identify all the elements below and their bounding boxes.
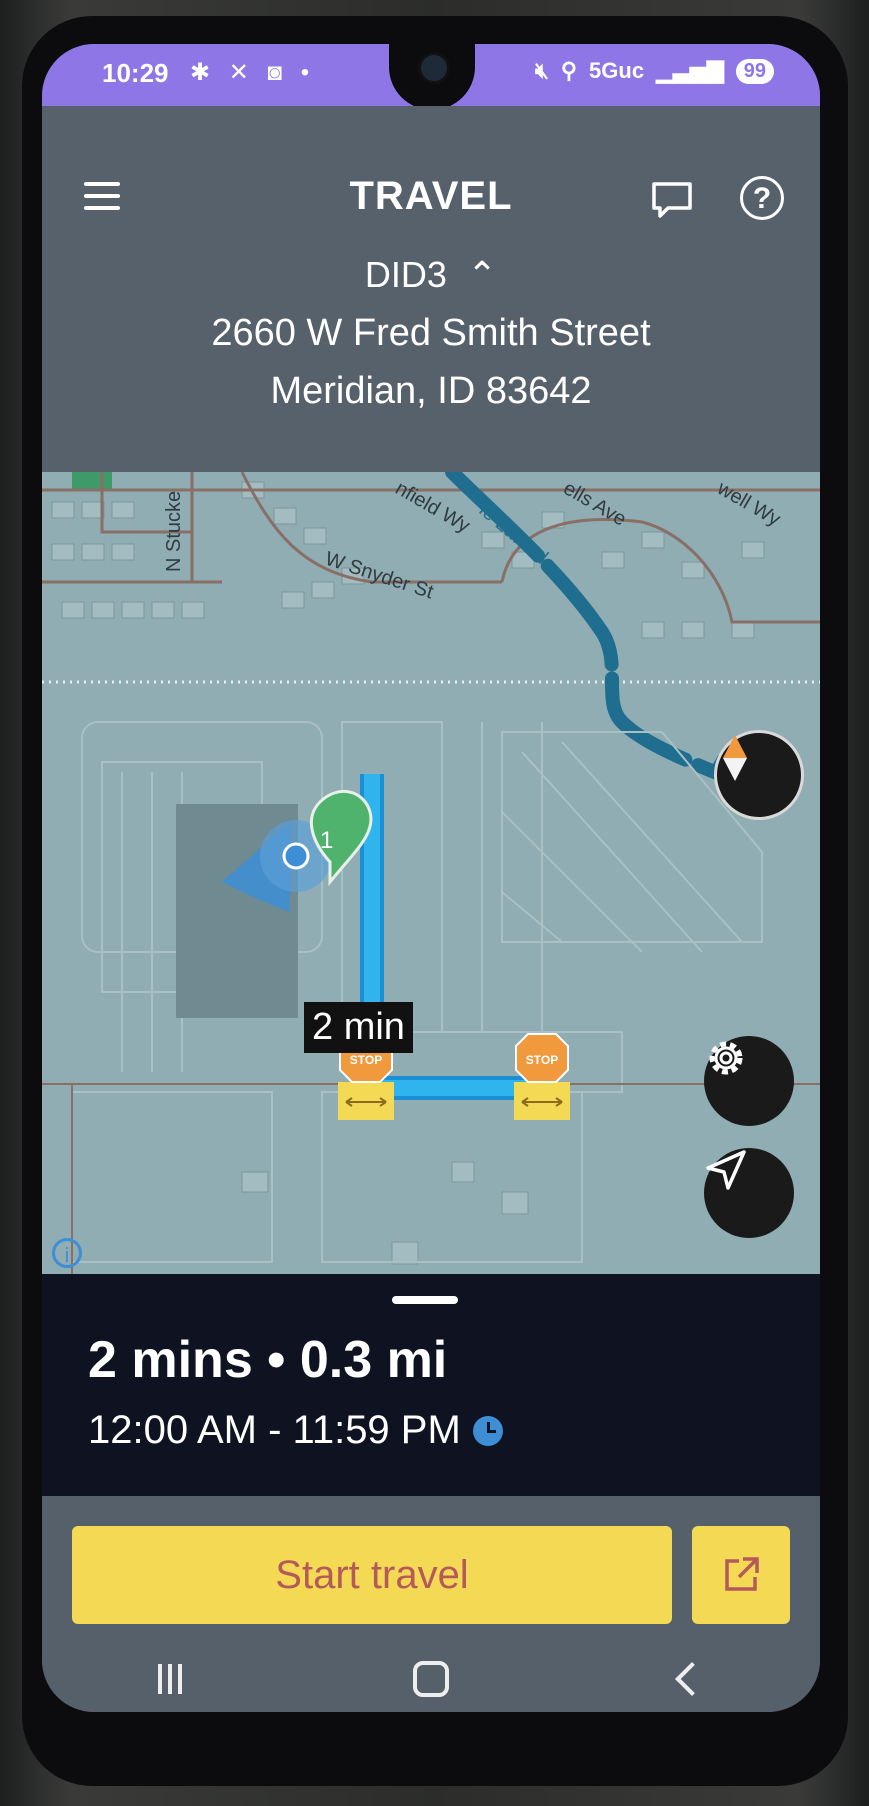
compass-button[interactable] xyxy=(714,730,804,820)
park-area xyxy=(72,472,112,490)
signal-icon: ▁▃▅▇ xyxy=(656,58,724,83)
delivery-window: 12:00 AM - 11:59 PM xyxy=(88,1408,503,1453)
action-bar: Start travel xyxy=(42,1496,820,1712)
route-sheet: 2 mins • 0.3 mi 12:00 AM - 11:59 PM xyxy=(42,1274,820,1496)
front-camera xyxy=(418,52,450,84)
page-title: TRAVEL xyxy=(349,174,513,218)
map-info-icon[interactable]: i xyxy=(52,1238,82,1268)
stop-sign-label: STOP xyxy=(350,1053,382,1067)
address-line-2: Meridian, ID 83642 xyxy=(270,370,592,412)
stop-sign-label: STOP xyxy=(526,1053,558,1067)
travel-header: TRAVEL ? DID3 ⌃ 2660 W Fred Smith Street… xyxy=(42,106,820,472)
start-travel-button[interactable]: Start travel xyxy=(72,1526,672,1624)
street-label: N Stucke xyxy=(163,491,185,572)
external-link-icon xyxy=(725,1557,759,1591)
navigation-arrow-icon xyxy=(706,1150,746,1190)
recents-icon[interactable] xyxy=(157,1664,182,1694)
status-time: 10:29 xyxy=(102,58,169,88)
stop-sign-2: STOP xyxy=(514,1033,570,1120)
clock-icon xyxy=(472,1415,503,1446)
eta-label: 2 min xyxy=(304,1002,413,1053)
home-icon[interactable] xyxy=(412,1661,449,1697)
time-window-text: 12:00 AM - 11:59 PM xyxy=(88,1408,461,1452)
open-external-button[interactable] xyxy=(692,1526,790,1624)
notification-icons: ✱ ✕ ◙ • xyxy=(190,59,316,86)
chevron-up-icon: ⌃ xyxy=(456,254,498,295)
chat-icon[interactable] xyxy=(650,178,694,222)
sheet-drag-handle[interactable] xyxy=(392,1296,458,1304)
system-icons: 🔇︎ ⚲ 5Guc ▁▃▅▇ 99 xyxy=(535,58,774,84)
route-map[interactable]: 1 STOP STOP N Stucke W Snyder St nfield … xyxy=(42,472,820,1274)
current-location-dot xyxy=(282,842,310,870)
address-line-1: 2660 W Fred Smith Street xyxy=(211,312,651,354)
route-summary: 2 mins • 0.3 mi xyxy=(88,1331,448,1389)
street-label: well Wy xyxy=(713,477,784,531)
gear-icon xyxy=(709,1041,743,1075)
back-icon[interactable] xyxy=(675,1662,710,1696)
battery-badge: 99 xyxy=(735,58,774,84)
stop-id: DID3 xyxy=(364,254,447,295)
stop-number: 1 xyxy=(320,827,333,854)
stop-selector[interactable]: DID3 ⌃ xyxy=(42,254,820,296)
system-nav-bar xyxy=(42,1646,820,1712)
compass-icon xyxy=(723,735,747,781)
phone-screen: 10:29 ✱ ✕ ◙ • 🔇︎ ⚲ 5Guc ▁▃▅▇ 99 TRAVEL ?… xyxy=(42,44,820,1712)
network-label: 5Guc xyxy=(589,58,645,83)
map-settings-button[interactable] xyxy=(704,1036,794,1126)
recenter-button[interactable] xyxy=(704,1148,794,1238)
mute-icon: 🔇︎ xyxy=(535,58,549,83)
help-icon[interactable]: ? xyxy=(740,176,784,220)
location-icon: ⚲ xyxy=(560,58,578,83)
